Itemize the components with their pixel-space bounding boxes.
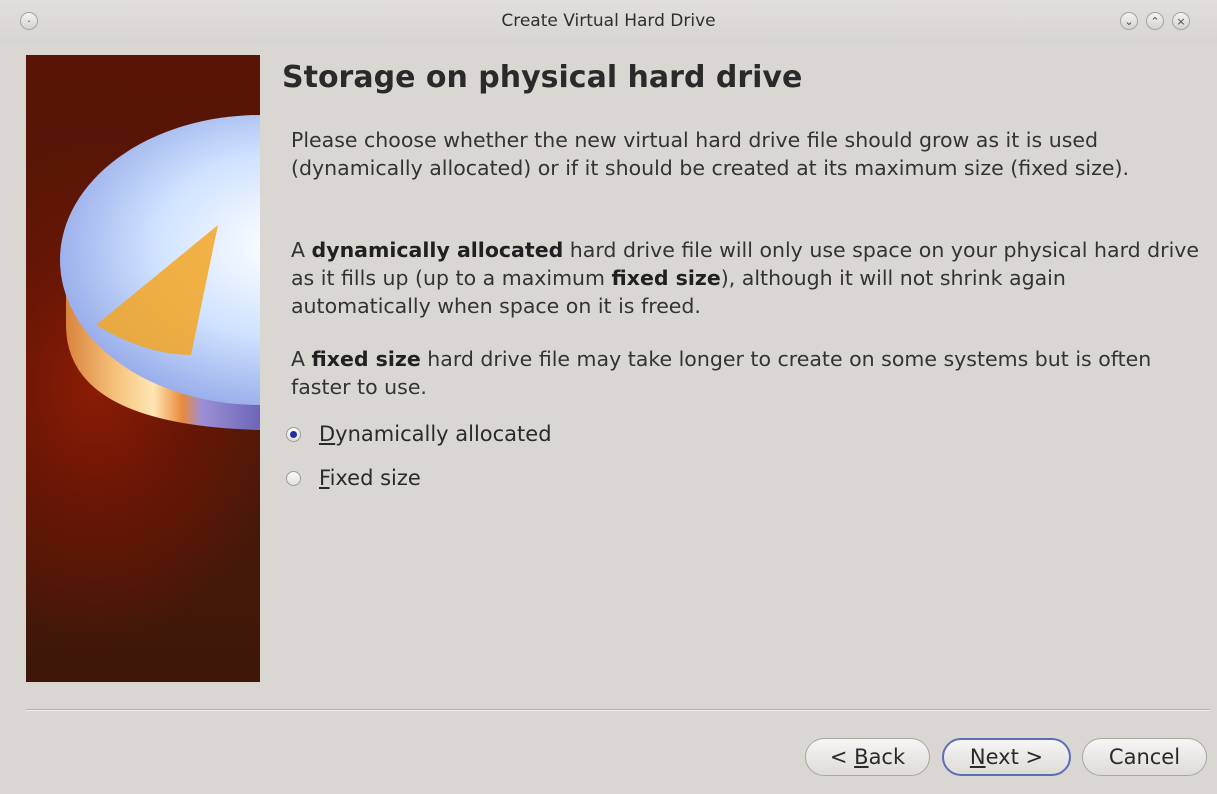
- dialog-window: · Create Virtual Hard Drive ⌄ ⌃ × Storag…: [0, 0, 1217, 794]
- footer-divider: [26, 709, 1210, 711]
- label-rest: ixed size: [329, 466, 421, 490]
- option-fixed-size[interactable]: Fixed size: [286, 463, 421, 493]
- label-rest: ynamically allocated: [335, 422, 552, 446]
- title-bar[interactable]: · Create Virtual Hard Drive ⌄ ⌃ ×: [0, 0, 1217, 44]
- mnemonic-letter: B: [854, 745, 869, 769]
- option-dynamically-allocated[interactable]: Dynamically allocated: [286, 419, 552, 449]
- text-fragment: A: [291, 347, 312, 371]
- close-icon[interactable]: ×: [1172, 12, 1190, 30]
- button-prefix: <: [829, 745, 855, 769]
- maximize-icon[interactable]: ⌃: [1146, 12, 1164, 30]
- bold-term: fixed size: [311, 347, 421, 371]
- hard-drive-disk-icon: [60, 115, 260, 430]
- intro-paragraph: Please choose whether the new virtual ha…: [291, 128, 1130, 180]
- option-label: Dynamically allocated: [319, 422, 552, 446]
- wizard-side-image: [26, 55, 260, 682]
- minimize-icon[interactable]: ⌄: [1120, 12, 1138, 30]
- cancel-button[interactable]: Cancel: [1082, 738, 1207, 776]
- bold-term: fixed size: [611, 266, 721, 290]
- radio-button[interactable]: [286, 470, 301, 486]
- button-rest: ack: [868, 745, 906, 769]
- mnemonic-letter: F: [319, 466, 330, 490]
- dynamic-description: A dynamically allocated hard drive file …: [291, 236, 1201, 320]
- option-label: Fixed size: [319, 466, 421, 490]
- bold-term: dynamically allocated: [311, 238, 564, 262]
- page-title: Storage on physical hard drive: [282, 60, 803, 95]
- next-button[interactable]: Next >: [942, 738, 1071, 776]
- mnemonic-letter: D: [319, 422, 336, 446]
- fixed-description: A fixed size hard drive file may take lo…: [291, 345, 1201, 401]
- back-button[interactable]: < Back: [805, 738, 930, 776]
- text-fragment: A: [291, 238, 312, 262]
- window-title: Create Virtual Hard Drive: [501, 11, 716, 31]
- text-fragment: hard drive file may take longer to creat…: [291, 347, 1152, 399]
- mnemonic-letter: N: [969, 745, 986, 769]
- button-rest: ext >: [985, 745, 1044, 769]
- radio-button-checked[interactable]: [286, 426, 301, 442]
